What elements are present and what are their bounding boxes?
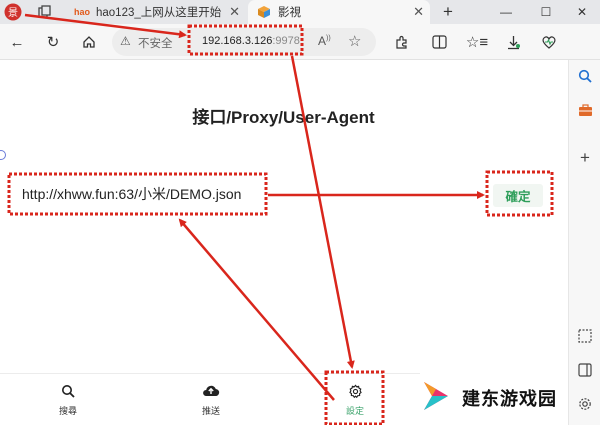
nav-label: 設定 [345, 406, 364, 416]
url-host: 192.168.3.126 [202, 35, 273, 47]
page-content: 接口/Proxy/User-Agent 確定 搜尋 推送 設定 [0, 61, 567, 425]
close-icon[interactable]: ✕ [229, 4, 240, 20]
tab-hao123[interactable]: hao hao123_上网从这里开始 ✕ [66, 0, 246, 24]
refresh-icon[interactable]: ↻ [42, 31, 64, 53]
nav-settings[interactable]: 設定 [325, 374, 385, 425]
page-title: 接口/Proxy/User-Agent [192, 108, 375, 127]
home-icon[interactable] [78, 31, 100, 53]
nav-label: 推送 [201, 406, 220, 416]
svg-text:景: 景 [8, 7, 18, 19]
watermark: 建东游戏园 [420, 372, 568, 424]
search-icon [58, 384, 78, 400]
close-icon[interactable]: ✕ [413, 4, 424, 20]
back-arrow-icon[interactable]: ← [6, 31, 28, 53]
tab-title: 影視 [278, 7, 301, 19]
settings-icon[interactable] [575, 394, 595, 414]
new-tab-icon[interactable]: + [428, 0, 468, 24]
toolbox-icon[interactable] [575, 100, 595, 120]
watermark-text: 建东游戏园 [462, 389, 557, 409]
nav-push[interactable]: 推送 [181, 374, 241, 425]
read-aloud-icon[interactable]: A)) [318, 34, 331, 48]
tab-title: hao123_上网从这里开始 [96, 7, 222, 19]
window-close-icon[interactable]: ✕ [562, 0, 600, 24]
api-url-input[interactable] [8, 174, 478, 214]
browser-essentials-icon[interactable] [538, 31, 560, 53]
favorites-list-icon[interactable]: ☆≡ [466, 31, 488, 53]
search-icon[interactable] [575, 66, 595, 86]
hide-sidebar-icon[interactable] [575, 360, 595, 380]
confirm-button[interactable]: 確定 [493, 184, 543, 207]
tab-strip: 景 hao hao123_上网从这里开始 ✕ 影視 ✕ + — ☐ ✕ [0, 0, 600, 24]
nav-label: 搜尋 [58, 406, 77, 416]
gear-icon [345, 384, 365, 400]
browser-toolbar: ← ↻ ⚠ 不安全 192.168.3.126:9978 A)) ☆ ☆≡ [0, 24, 600, 60]
collections-icon[interactable] [34, 2, 56, 22]
hao-logo-icon: hao [74, 7, 91, 17]
cube-icon [256, 5, 272, 19]
maximize-icon[interactable]: ☐ [526, 0, 566, 24]
favorite-star-icon[interactable]: ☆ [348, 32, 361, 50]
url-text: 192.168.3.126:9978 [202, 35, 300, 47]
warning-icon: ⚠ [120, 34, 131, 48]
add-icon[interactable]: + [575, 148, 595, 168]
security-status: 不安全 [138, 38, 173, 50]
bottom-nav: 搜尋 推送 設定 [0, 373, 420, 425]
radio-indicator[interactable] [0, 150, 6, 160]
tab-yingshi[interactable]: 影視 ✕ [248, 0, 430, 24]
address-bar[interactable]: ⚠ 不安全 192.168.3.126:9978 A)) ☆ [112, 28, 376, 56]
nav-search[interactable]: 搜尋 [38, 374, 98, 425]
cloud-upload-icon [201, 384, 221, 400]
edge-sidebar: + [568, 60, 600, 425]
downloads-icon[interactable] [502, 31, 524, 53]
minimize-icon[interactable]: — [486, 0, 526, 24]
screenshot-icon[interactable] [575, 326, 595, 346]
watermark-logo-icon [420, 379, 454, 418]
url-port: :9978 [272, 35, 300, 47]
extensions-icon[interactable] [390, 31, 412, 53]
profile-avatar-icon[interactable]: 景 [2, 2, 24, 22]
split-screen-icon[interactable] [428, 31, 450, 53]
